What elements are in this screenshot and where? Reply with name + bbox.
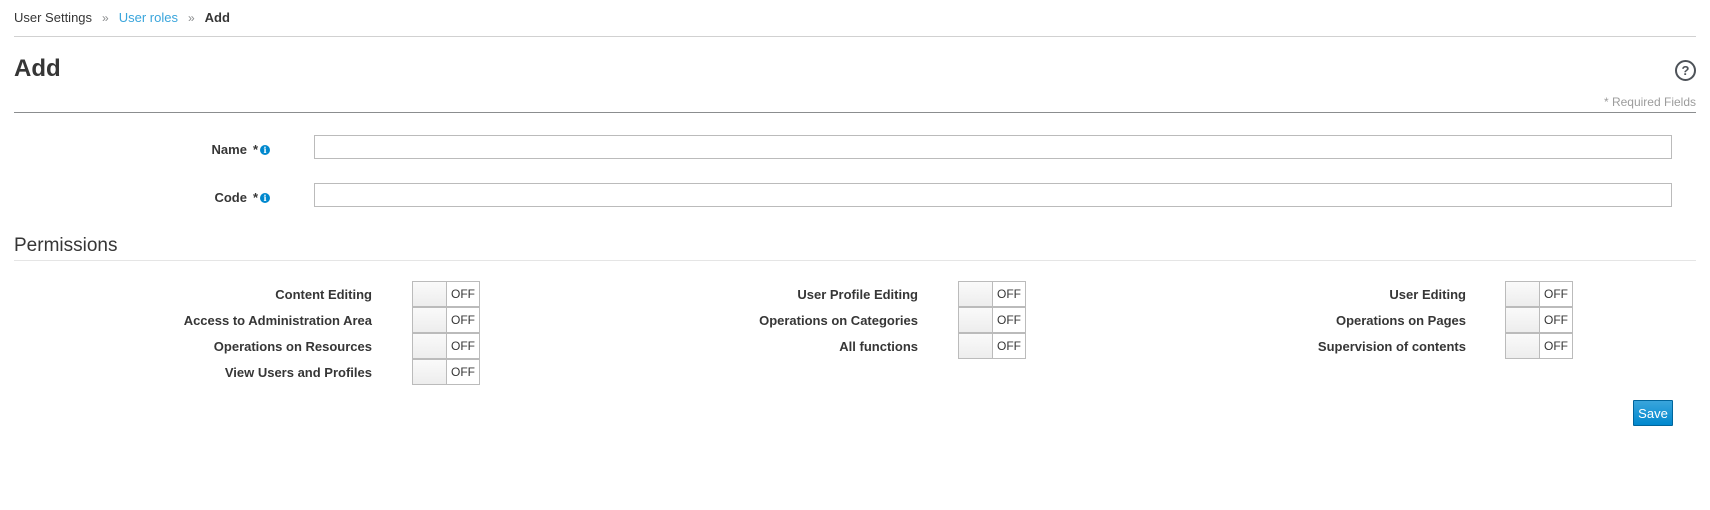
breadcrumb-divider — [14, 36, 1696, 37]
permission-label: Supervision of contents — [1317, 339, 1466, 354]
permission-label: User Profile Editing — [797, 287, 918, 302]
permission-label: Access to Administration Area — [183, 313, 372, 328]
toggle-state: OFF — [451, 313, 475, 327]
toggle-state: OFF — [451, 287, 475, 301]
save-button[interactable]: Save — [1633, 400, 1673, 426]
toggle-state: OFF — [1544, 313, 1568, 327]
permission-label: All functions — [839, 339, 918, 354]
toggle-state: OFF — [1544, 287, 1568, 301]
page-title: Add — [14, 55, 61, 82]
code-label-text: Code — [214, 190, 247, 205]
name-label: Name * i — [212, 142, 270, 157]
name-input[interactable] — [314, 135, 1672, 159]
toggle-knob — [1506, 282, 1540, 306]
permission-toggle-pages[interactable]: OFF — [1505, 307, 1573, 333]
permission-label: Operations on Resources — [213, 339, 372, 354]
toggle-state: OFF — [997, 313, 1021, 327]
toggle-knob — [413, 334, 447, 358]
permission-label: View Users and Profiles — [224, 365, 372, 380]
toggle-knob — [959, 282, 993, 306]
code-label: Code * i — [214, 190, 270, 205]
permission-label: User Editing — [1389, 287, 1466, 302]
name-label-text: Name — [211, 142, 247, 157]
permission-toggle-all-functions[interactable]: OFF — [958, 333, 1026, 359]
permissions-section-title: Permissions — [14, 235, 118, 256]
breadcrumb-user-roles-link[interactable]: User roles — [119, 10, 178, 25]
breadcrumb-separator: » — [187, 11, 195, 25]
help-icon[interactable]: ? — [1675, 60, 1696, 81]
info-icon[interactable]: i — [260, 144, 270, 155]
toggle-knob — [959, 308, 993, 332]
permission-label: Content Editing — [275, 287, 372, 302]
toggle-state: OFF — [997, 339, 1021, 353]
permission-toggle-user-editing[interactable]: OFF — [1505, 281, 1573, 307]
toggle-state: OFF — [451, 365, 475, 379]
toggle-knob — [959, 334, 993, 358]
permission-toggle-supervision[interactable]: OFF — [1505, 333, 1573, 359]
toggle-knob — [1506, 334, 1540, 358]
toggle-state: OFF — [1544, 339, 1568, 353]
permission-toggle-content-editing[interactable]: OFF — [412, 281, 480, 307]
toggle-knob — [413, 360, 447, 384]
required-asterisk: * — [252, 190, 258, 205]
required-fields-note: * Required Fields — [1603, 95, 1696, 109]
breadcrumb-separator: » — [102, 11, 109, 25]
toggle-state: OFF — [997, 287, 1021, 301]
permission-toggle-categories[interactable]: OFF — [958, 307, 1026, 333]
toggle-knob — [1506, 308, 1540, 332]
permission-label: Operations on Pages — [1335, 313, 1466, 328]
info-icon[interactable]: i — [260, 192, 270, 203]
toggle-knob — [413, 282, 447, 306]
permission-toggle-user-profile-editing[interactable]: OFF — [958, 281, 1026, 307]
required-asterisk: * — [252, 142, 258, 157]
permission-label: Operations on Categories — [759, 313, 918, 328]
permission-toggle-admin-area[interactable]: OFF — [412, 307, 480, 333]
breadcrumb-user-settings: User Settings — [14, 10, 93, 25]
breadcrumb: User Settings » User roles » Add — [14, 9, 230, 27]
permission-toggle-view-users[interactable]: OFF — [412, 359, 480, 385]
permissions-divider — [14, 260, 1696, 261]
code-input[interactable] — [314, 183, 1672, 207]
breadcrumb-current: Add — [204, 10, 230, 25]
toggle-state: OFF — [451, 339, 475, 353]
toggle-knob — [413, 308, 447, 332]
title-divider — [14, 112, 1696, 113]
permission-toggle-resources[interactable]: OFF — [412, 333, 480, 359]
